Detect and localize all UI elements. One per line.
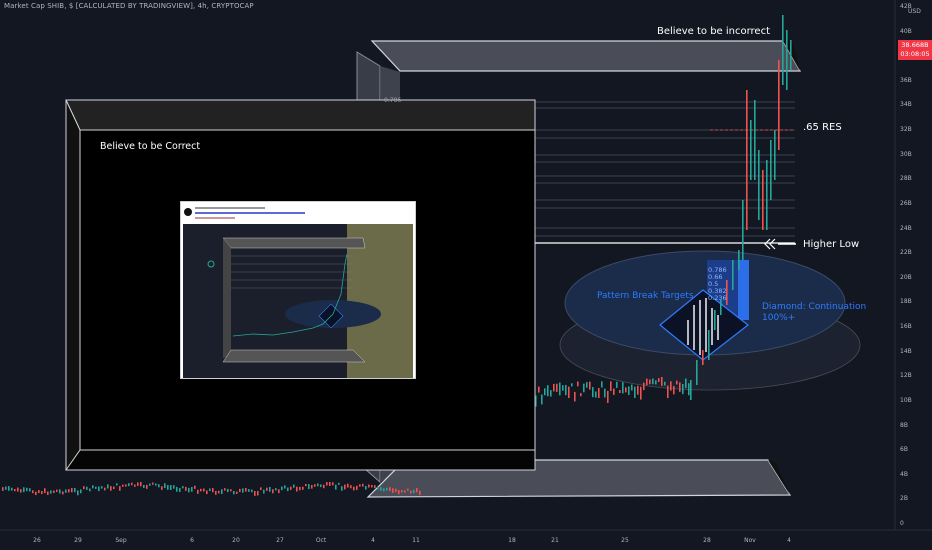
- price-tick: 12B: [900, 372, 912, 380]
- time-tick: 18: [508, 537, 516, 544]
- fib-level-label: 0.236: [708, 294, 727, 302]
- time-tick: Nov: [744, 537, 756, 544]
- inset-header: [181, 202, 415, 224]
- time-tick: 28: [703, 537, 711, 544]
- chart-workspace[interactable]: Market Cap SHIB, $ [CALCULATED BY TRADIN…: [0, 0, 932, 550]
- inset-screenshot: [180, 201, 416, 379]
- price-tick: 4B: [900, 470, 908, 478]
- price-tick: 24B: [900, 224, 912, 232]
- price-tick: 10B: [900, 396, 912, 404]
- current-price: 38.668B: [901, 41, 929, 49]
- time-tick: 27: [276, 537, 284, 544]
- price-tick: 20B: [900, 273, 912, 281]
- fib-top-label: 0.786: [384, 97, 402, 104]
- price-tick: 18B: [900, 298, 912, 306]
- time-tick: 29: [74, 537, 82, 544]
- time-tick: 26: [33, 537, 41, 544]
- diamond-label: Diamond: Continuation: [762, 302, 867, 312]
- chart-title: Market Cap SHIB, $ [CALCULATED BY TRADIN…: [4, 2, 254, 10]
- inset-chart: [183, 224, 413, 378]
- price-tick: 32B: [900, 126, 912, 134]
- price-tick: 0: [900, 520, 904, 527]
- time-tick: Sep: [115, 537, 127, 544]
- price-tick: 2B: [900, 495, 908, 503]
- time-tick: 20: [232, 537, 240, 544]
- current-price-tag: 38.668B 03:08:05: [898, 40, 932, 60]
- price-tick: 28B: [900, 175, 912, 183]
- price-tick: 30B: [900, 150, 912, 158]
- price-tick: 14B: [900, 347, 912, 355]
- author-avatar: [184, 208, 192, 216]
- pattern-break-label: Pattern Break Targets: [597, 291, 694, 301]
- price-tick: 16B: [900, 323, 912, 331]
- time-tick: 21: [551, 537, 559, 544]
- price-tick: 8B: [900, 421, 908, 429]
- believe-correct-label: Believe to be Correct: [100, 141, 201, 152]
- time-tick: Oct: [315, 537, 327, 544]
- time-tick: 4: [371, 537, 375, 544]
- higher-low-label: Higher Low: [803, 239, 860, 250]
- time-tick: 4: [787, 537, 791, 544]
- price-tick: 36B: [900, 76, 912, 84]
- diamond-percent-label: 100%+: [762, 313, 796, 323]
- price-tick: 22B: [900, 249, 912, 257]
- time-tick: 25: [621, 537, 629, 544]
- time-tick: 11: [412, 537, 420, 544]
- correct-panel-frame: [65, 99, 536, 471]
- time-tick: 6: [190, 537, 194, 544]
- price-tick: 42B: [900, 3, 912, 10]
- res-65-label: .65 RES: [803, 122, 842, 133]
- price-tick: 6B: [900, 446, 908, 454]
- believe-incorrect-label: Believe to be incorrect: [657, 26, 770, 37]
- price-tick: 26B: [900, 199, 912, 207]
- bar-countdown: 03:08:05: [900, 50, 930, 58]
- price-tick: 34B: [900, 101, 912, 109]
- price-tick: 40B: [900, 27, 912, 35]
